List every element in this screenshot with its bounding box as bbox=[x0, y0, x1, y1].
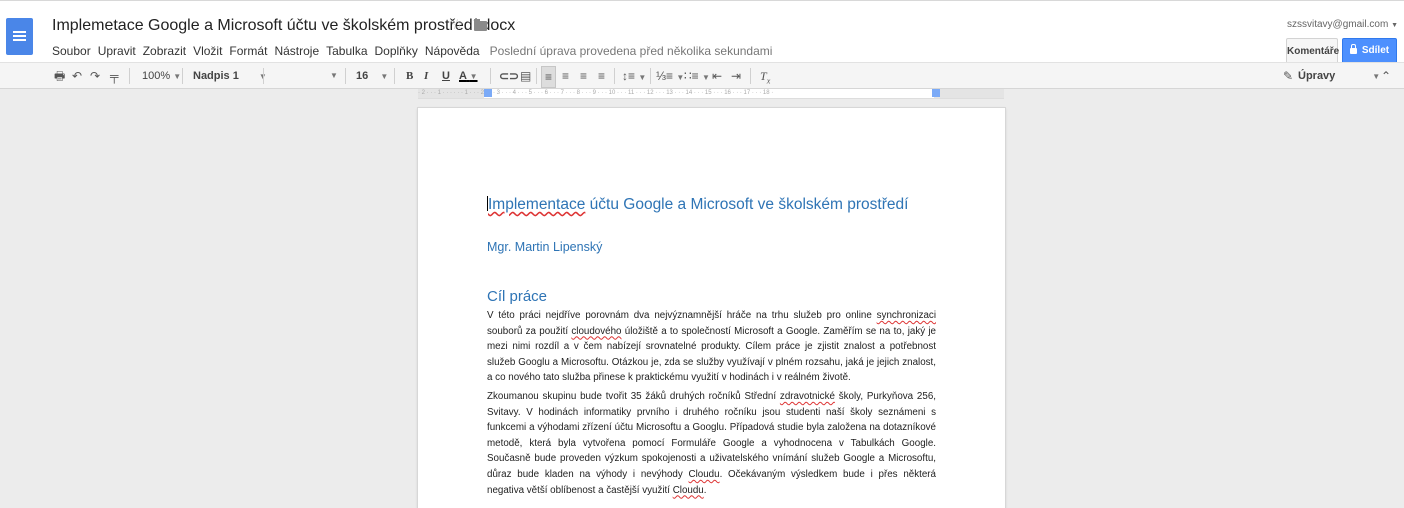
paint-format-icon[interactable]: ╤ bbox=[110, 63, 119, 89]
chevron-down-icon: ▼ bbox=[638, 73, 647, 82]
bold-button[interactable]: B bbox=[406, 63, 413, 89]
editing-mode-select[interactable]: Úpravy ▼ bbox=[1298, 63, 1380, 89]
misspelled-word: Cloudu bbox=[672, 484, 704, 496]
paragraph[interactable]: V této práci nejdříve porovnám dva nejvý… bbox=[487, 308, 936, 386]
align-left-icon[interactable]: ≡ bbox=[541, 66, 557, 88]
toolbar-divider bbox=[614, 68, 615, 84]
heading-misspelled-word: Implementace bbox=[488, 196, 586, 213]
misspelled-word: cloudového bbox=[571, 325, 622, 337]
menu-insert[interactable]: Vložit bbox=[193, 44, 222, 58]
link-icon[interactable]: ⊂⊃ bbox=[499, 63, 519, 89]
document-heading[interactable]: Implementace účtu Google a Microsoft ve … bbox=[487, 196, 908, 214]
account-email: szssvitavy@gmail.com bbox=[1287, 19, 1389, 30]
last-edit-status[interactable]: Poslední úprava provedena před několika … bbox=[490, 44, 773, 58]
align-right-icon[interactable]: ≡ bbox=[580, 63, 587, 89]
toolbar-divider bbox=[750, 68, 751, 84]
menu-addons[interactable]: Doplňky bbox=[375, 44, 418, 58]
toolbar-divider bbox=[182, 68, 183, 84]
style-select[interactable]: Nadpis 1▼ bbox=[193, 63, 267, 89]
indent-marker[interactable] bbox=[484, 89, 492, 97]
toolbar-divider bbox=[490, 68, 491, 84]
editing-mode-label: Úpravy bbox=[1298, 70, 1336, 82]
share-button[interactable]: Sdílet bbox=[1342, 38, 1397, 64]
toolbar-divider bbox=[650, 68, 651, 84]
print-icon[interactable]: 🖶 bbox=[54, 63, 65, 89]
ruler: · 2 · · · 1 · · · · · · 1 · · · 2 · · · … bbox=[0, 89, 1404, 99]
toolbar-divider bbox=[263, 68, 264, 84]
font-size-select[interactable]: 16 ▼ bbox=[356, 63, 388, 89]
paragraph-text: Zkoumanou skupinu bude tvořit 35 žáků dr… bbox=[487, 391, 780, 402]
comment-icon[interactable]: ▤ bbox=[520, 63, 531, 89]
author-name[interactable]: Mgr. Martin Lipenský bbox=[487, 240, 602, 254]
paragraph-text: školy, Purkyňova 256, Svitavy. V hodinác… bbox=[487, 391, 936, 480]
chevron-down-icon: ▼ bbox=[701, 73, 710, 82]
paragraph[interactable]: Zkoumanou skupinu bude tvořit 35 žáků dr… bbox=[487, 389, 936, 498]
menu-view[interactable]: Zobrazit bbox=[143, 44, 186, 58]
ruler-track[interactable]: · 2 · · · 1 · · · · · · 1 · · · 2 · · · … bbox=[418, 89, 1004, 99]
menu-help[interactable]: Nápověda bbox=[425, 44, 480, 58]
clear-formatting-icon[interactable]: Tx bbox=[760, 63, 770, 89]
menu-table[interactable]: Tabulka bbox=[326, 44, 367, 58]
menu-bar: Soubor Upravit Zobrazit Vložit Formát Nástroj… bbox=[52, 44, 779, 58]
pencil-icon: ✎ bbox=[1283, 69, 1294, 83]
text-color-label: A bbox=[459, 70, 467, 82]
menu-file[interactable]: Soubor bbox=[52, 44, 91, 58]
paragraph-text: souborů za použití bbox=[487, 325, 572, 337]
italic-button[interactable]: I bbox=[424, 63, 428, 89]
toolbar-divider bbox=[129, 68, 130, 84]
chevron-down-icon: ▼ bbox=[1372, 72, 1381, 81]
document-page[interactable]: Implementace účtu Google a Microsoft ve … bbox=[418, 108, 1005, 508]
lock-icon bbox=[1349, 44, 1357, 54]
menu-format[interactable]: Formát bbox=[229, 44, 267, 58]
document-title[interactable]: Implemetace Google a Microsoft účtu ve š… bbox=[52, 17, 515, 35]
chevron-down-icon: ▼ bbox=[380, 72, 389, 81]
zoom-select[interactable]: 100% ▼ bbox=[142, 63, 181, 89]
style-value: Nadpis 1 bbox=[193, 70, 239, 82]
toolbar-divider bbox=[394, 68, 395, 84]
bulleted-list-icon[interactable]: ∷≡ ▼ bbox=[684, 63, 710, 89]
ruler-right-margin bbox=[934, 89, 1004, 98]
comments-button[interactable]: Komentáře bbox=[1286, 38, 1339, 64]
app-header: Implemetace Google a Microsoft účtu ve š… bbox=[0, 5, 1404, 64]
toolbar-divider bbox=[536, 68, 537, 84]
menu-tools[interactable]: Nástroje bbox=[274, 44, 319, 58]
increase-indent-icon[interactable]: ⇥ bbox=[731, 63, 741, 89]
numbered-list-icon[interactable]: ⅓≡ ▼ bbox=[656, 63, 684, 89]
star-icon[interactable]: ☆ bbox=[451, 16, 464, 33]
chevron-down-icon: ▼ bbox=[1391, 22, 1398, 29]
zoom-value: 100% bbox=[142, 70, 171, 82]
chevron-down-icon: ▼ bbox=[330, 71, 338, 80]
align-justify-icon[interactable]: ≡ bbox=[598, 63, 605, 89]
align-center-icon[interactable]: ≡ bbox=[562, 63, 569, 89]
toolbar-divider bbox=[345, 68, 346, 84]
section-heading[interactable]: Cíl práce bbox=[487, 288, 547, 305]
heading-text: účtu Google a Microsoft ve školském pros… bbox=[585, 196, 909, 213]
toolbar: 🖶 ↶ ↷ ╤ 100% ▼ Nadpis 1▼ ▼ 16 ▼ B I U A … bbox=[0, 62, 1404, 89]
decrease-indent-icon[interactable]: ⇤ bbox=[712, 63, 722, 89]
font-select[interactable]: ▼ bbox=[270, 63, 340, 89]
redo-icon[interactable]: ↷ bbox=[90, 63, 100, 89]
underline-button[interactable]: U bbox=[442, 63, 450, 89]
undo-icon[interactable]: ↶ bbox=[72, 63, 82, 89]
line-spacing-icon[interactable]: ↕≡ ▼ bbox=[622, 63, 646, 89]
chevron-down-icon: ▼ bbox=[469, 72, 478, 81]
misspelled-word: synchronizaci bbox=[876, 310, 936, 321]
account-menu[interactable]: szssvitavy@gmail.com ▼ bbox=[1287, 19, 1398, 30]
folder-icon[interactable] bbox=[474, 19, 487, 31]
paragraph-text: V této práci nejdříve porovnám dva nejvý… bbox=[487, 310, 877, 321]
font-size-value: 16 bbox=[356, 70, 369, 82]
misspelled-word: zdravotnické bbox=[779, 391, 835, 402]
chevron-down-icon: ▼ bbox=[173, 72, 182, 81]
text-color-button[interactable]: A ▼ bbox=[459, 63, 478, 89]
menu-edit[interactable]: Upravit bbox=[98, 44, 136, 58]
share-label: Sdílet bbox=[1361, 45, 1390, 56]
right-indent-marker[interactable] bbox=[932, 89, 940, 97]
paragraph-text: . bbox=[703, 484, 707, 496]
docs-logo-icon[interactable] bbox=[6, 18, 33, 55]
collapse-toolbar-icon[interactable]: ⌃ bbox=[1381, 63, 1391, 89]
ruler-marks: · 2 · · · 1 · · · · · · 1 · · · 2 · · · … bbox=[418, 90, 774, 96]
misspelled-word: Cloudu bbox=[688, 468, 720, 480]
